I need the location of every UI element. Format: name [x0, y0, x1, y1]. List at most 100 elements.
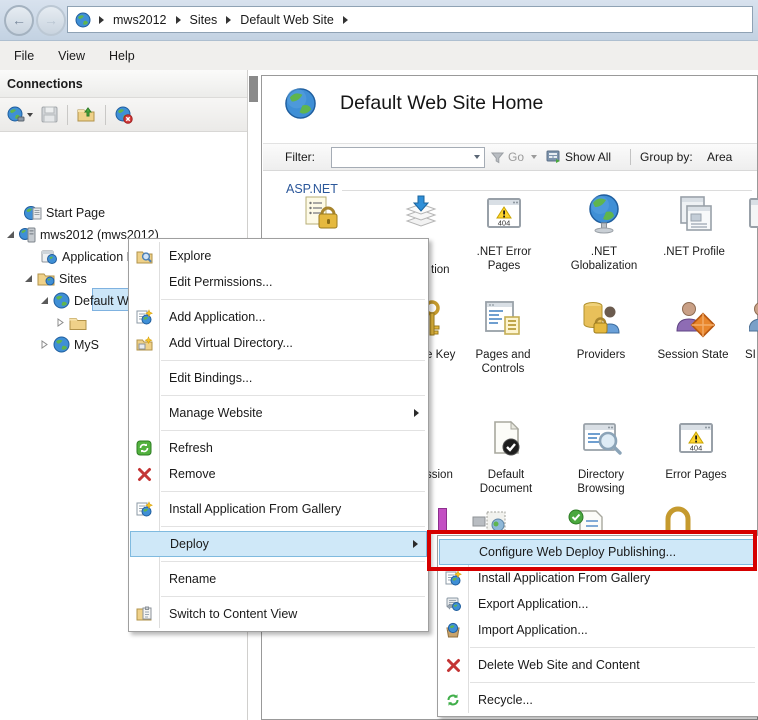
machine-key-label-fragment: e Key — [426, 349, 455, 361]
breadcrumb-arrow-icon — [343, 16, 348, 24]
go-options-chevron-icon[interactable] — [531, 144, 537, 170]
expanded-arrow-icon[interactable] — [24, 274, 33, 283]
refresh-icon — [129, 440, 159, 456]
menu-file[interactable]: File — [4, 45, 44, 67]
cut-feature-icon[interactable] — [661, 506, 695, 532]
session-state-icon[interactable] — [673, 299, 715, 341]
menu-separator — [438, 643, 758, 652]
error-pages-icon[interactable]: 404 — [676, 419, 716, 459]
application-pools-icon — [40, 249, 58, 265]
cut-feature-icon[interactable] — [566, 509, 606, 533]
menu-item-add-virtual-directory[interactable]: Add Virtual Directory... — [129, 330, 428, 356]
toolbar-separator — [105, 105, 106, 125]
create-connection-button[interactable] — [5, 104, 35, 126]
tree-item-my-site[interactable]: MyS — [40, 334, 99, 355]
menu-separator — [129, 391, 428, 400]
iis-manager-window: ← → mws2012 Sites Default Web Site File … — [0, 0, 758, 720]
breadcrumb-arrow-icon — [226, 16, 231, 24]
group-by-select[interactable]: Area — [707, 144, 732, 170]
breadcrumb-default-web-site[interactable]: Default Web Site — [240, 13, 334, 27]
install-gallery-icon — [129, 501, 159, 518]
tree-item-start-page[interactable]: Start Page — [24, 202, 105, 223]
menu-item-remove[interactable]: Remove — [129, 461, 428, 487]
export-application-icon — [438, 596, 468, 612]
menu-view[interactable]: View — [48, 45, 95, 67]
menu-item-manage-website[interactable]: Manage Website — [129, 400, 428, 426]
tree-item-folder[interactable] — [56, 312, 87, 333]
submenu-item-delete-web-site-and-content[interactable]: Delete Web Site and Content — [438, 652, 758, 678]
show-all-icon — [546, 144, 562, 170]
menu-item-add-application[interactable]: Add Application... — [129, 304, 428, 330]
content-view-icon — [129, 606, 159, 622]
menu-item-deploy[interactable]: Deploy — [130, 531, 427, 557]
menu-separator — [129, 487, 428, 496]
net-profile-label: .NET Profile — [652, 246, 736, 260]
title-bar: ← → mws2012 Sites Default Web Site — [0, 0, 758, 41]
disconnect-button[interactable] — [113, 104, 135, 126]
cut-feature-icon[interactable] — [749, 299, 758, 341]
add-application-icon — [129, 309, 159, 326]
import-application-icon — [438, 622, 468, 638]
cut-feature-icon[interactable] — [746, 194, 758, 234]
address-bar[interactable]: mws2012 Sites Default Web Site — [67, 6, 753, 33]
toolbar-separator — [630, 144, 631, 170]
collapsed-arrow-icon[interactable] — [56, 318, 65, 327]
menu-item-install-application-from-gallery[interactable]: Install Application From Gallery — [129, 496, 428, 522]
filter-label: Filter: — [285, 144, 315, 170]
forward-button[interactable]: → — [36, 5, 66, 36]
cut-feature-icon[interactable] — [471, 509, 511, 533]
connections-toolbar — [0, 98, 247, 132]
default-document-icon[interactable] — [486, 419, 526, 461]
submenu-item-install-application-from-gallery[interactable]: Install Application From Gallery — [438, 565, 758, 591]
submenu-item-import-application[interactable]: Import Application... — [438, 617, 758, 643]
save-connections-button[interactable] — [39, 104, 60, 125]
up-level-button[interactable] — [75, 104, 98, 125]
menu-item-edit-permissions[interactable]: Edit Permissions... — [129, 269, 428, 295]
menu-separator — [129, 356, 428, 365]
directory-browsing-label: Directory Browsing — [559, 469, 643, 497]
chevron-down-icon — [27, 113, 33, 117]
menu-item-rename[interactable]: Rename — [129, 566, 428, 592]
menu-separator — [438, 678, 758, 687]
submenu-item-recycle[interactable]: Recycle... — [438, 687, 758, 713]
tree-item-sites[interactable]: Sites — [24, 268, 87, 289]
deploy-submenu: Configure Web Deploy Publishing... Insta… — [437, 535, 758, 717]
net-authorization-rules-icon[interactable] — [301, 194, 341, 236]
net-compilation-icon[interactable] — [401, 194, 441, 236]
back-button[interactable]: ← — [4, 5, 34, 36]
splitter-grip[interactable] — [249, 76, 258, 102]
net-profile-icon[interactable] — [674, 194, 714, 234]
pages-and-controls-icon[interactable] — [483, 299, 523, 341]
chevron-down-icon — [474, 155, 480, 159]
filter-toolbar: Filter: Go Show All Group by: Area — [263, 143, 757, 171]
breadcrumb-arrow-icon — [99, 16, 104, 24]
menu-item-explore[interactable]: Explore — [129, 243, 428, 269]
collapsed-arrow-icon[interactable] — [40, 340, 49, 349]
menu-item-switch-to-content-view[interactable]: Switch to Content View — [129, 601, 428, 627]
breadcrumb-sites[interactable]: Sites — [190, 13, 218, 27]
web-site-icon — [53, 336, 70, 353]
submenu-item-configure-web-deploy-publishing[interactable]: Configure Web Deploy Publishing... — [439, 539, 757, 565]
cut-feature-icon[interactable] — [438, 508, 447, 534]
group-by-label: Group by: — [640, 144, 693, 170]
show-all-button[interactable]: Show All — [565, 144, 611, 170]
expanded-arrow-icon[interactable] — [40, 296, 49, 305]
menu-separator — [129, 426, 428, 435]
breadcrumb-server[interactable]: mws2012 — [113, 13, 167, 27]
site-globe-icon — [75, 12, 91, 28]
menu-help[interactable]: Help — [99, 45, 145, 67]
pages-and-controls-label: Pages and Controls — [461, 349, 545, 377]
net-globalization-label: .NET Globalization — [562, 246, 646, 274]
providers-icon[interactable] — [581, 299, 623, 341]
submenu-item-export-application[interactable]: Export Application... — [438, 591, 758, 617]
net-globalization-icon[interactable] — [584, 192, 624, 236]
filter-input[interactable] — [331, 147, 485, 168]
breadcrumb-arrow-icon — [176, 16, 181, 24]
menu-item-edit-bindings[interactable]: Edit Bindings... — [129, 365, 428, 391]
net-error-pages-icon[interactable]: 404 — [484, 194, 524, 234]
expanded-arrow-icon[interactable] — [6, 230, 15, 239]
menu-bar: File View Help — [0, 41, 758, 70]
go-button[interactable]: Go — [508, 144, 524, 170]
directory-browsing-icon[interactable] — [581, 420, 623, 460]
menu-item-refresh[interactable]: Refresh — [129, 435, 428, 461]
